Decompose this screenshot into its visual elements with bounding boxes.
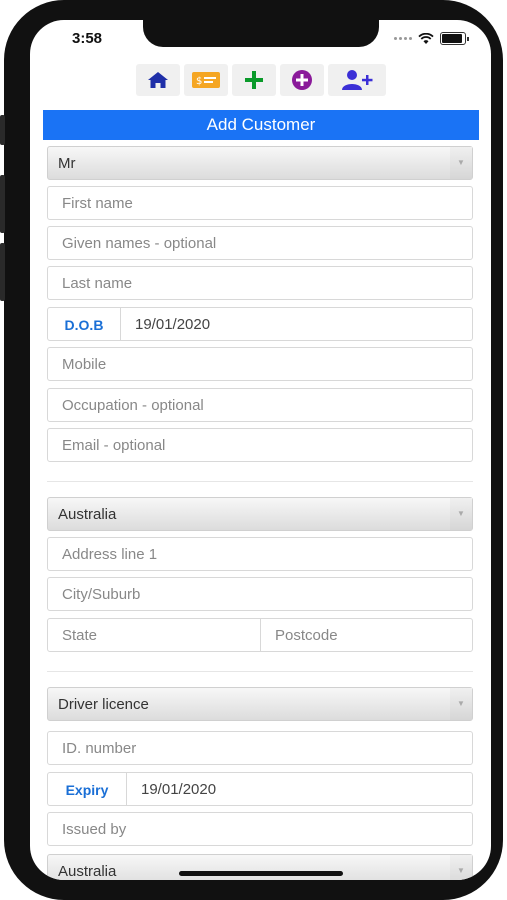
last-name-input[interactable]: Last name [47,266,473,300]
salutation-select[interactable]: Mr ▼ [47,146,473,180]
volume-down-button [0,243,5,301]
payment-button[interactable]: $ [183,64,228,96]
add-circle-icon [291,70,312,90]
mobile-input[interactable]: Mobile [47,347,473,381]
address-input[interactable]: Address line 1 [47,537,473,571]
country-select[interactable]: Australia ▼ [47,497,473,531]
id-number-input[interactable]: ID. number [47,731,473,765]
section-divider [47,481,473,482]
screen: 3:58 $ Add Customer Mr ▼ First name Give… [30,20,491,880]
add-circle-button[interactable] [279,64,324,96]
dropdown-caret-icon: ▼ [450,498,472,530]
expiry-field[interactable]: Expiry 19/01/2020 [47,772,473,806]
volume-up-button [0,175,5,233]
mute-switch [0,115,5,145]
app-content: $ Add Customer Mr ▼ First name Given nam… [30,60,491,880]
postcode-input[interactable]: Postcode [260,619,472,651]
wifi-icon [418,32,434,44]
dropdown-caret-icon: ▼ [450,147,472,179]
occupation-input[interactable]: Occupation - optional [47,388,473,422]
dob-value[interactable]: 19/01/2020 [121,308,210,340]
section-divider [47,671,473,672]
state-postcode-row: State Postcode [47,618,473,652]
dropdown-caret-icon: ▼ [450,855,472,880]
notch [143,20,379,47]
city-input[interactable]: City/Suburb [47,577,473,611]
status-icons [394,32,469,45]
home-icon [147,72,168,88]
phone-frame: 3:58 $ Add Customer Mr ▼ First name Give… [0,0,503,900]
battery-tip [467,36,469,41]
issuing-country-select[interactable]: Australia ▼ [47,854,473,880]
email-input[interactable]: Email - optional [47,428,473,462]
signal-icon [394,37,412,40]
dob-label: D.O.B [48,308,121,340]
id-type-value: Driver licence [58,696,149,713]
home-indicator[interactable] [179,871,343,876]
toolbar: $ [30,64,491,96]
given-names-input[interactable]: Given names - optional [47,226,473,260]
add-user-button[interactable] [327,64,386,96]
svg-text:$: $ [196,76,202,87]
expiry-value[interactable]: 19/01/2020 [127,773,216,805]
salutation-value: Mr [58,155,76,172]
country-value: Australia [58,506,117,523]
page-title: Add Customer [43,110,479,140]
status-time: 3:58 [72,30,103,47]
dropdown-caret-icon: ▼ [450,688,472,720]
state-input[interactable]: State [48,619,260,651]
add-user-icon [341,70,372,90]
id-type-select[interactable]: Driver licence ▼ [47,687,473,721]
add-button[interactable] [231,64,276,96]
first-name-input[interactable]: First name [47,186,473,220]
dob-field[interactable]: D.O.B 19/01/2020 [47,307,473,341]
plus-icon [244,71,263,89]
expiry-label: Expiry [48,773,127,805]
home-button[interactable] [135,64,180,96]
battery-icon [440,32,466,45]
issued-by-input[interactable]: Issued by [47,812,473,846]
issuing-country-value: Australia [58,863,117,880]
payment-card-icon: $ [191,72,220,88]
